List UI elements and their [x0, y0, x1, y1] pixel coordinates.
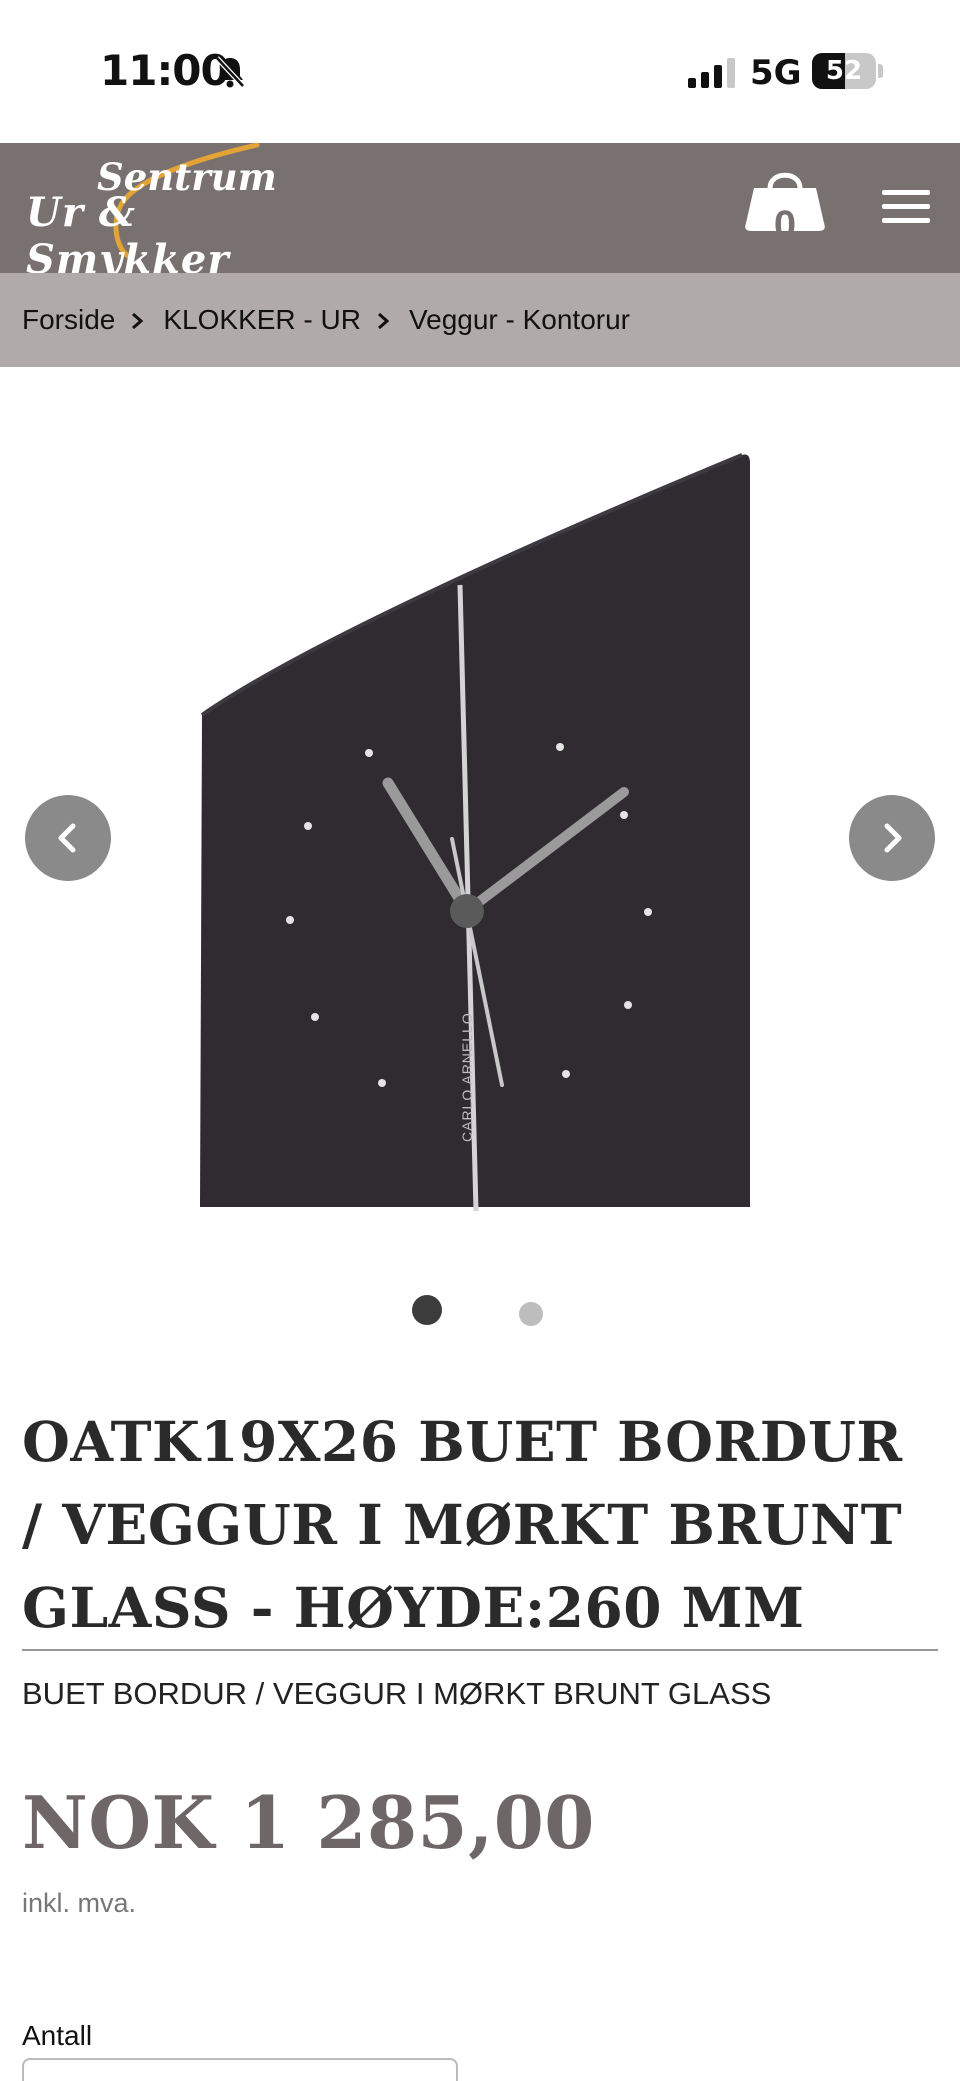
cart-button[interactable]: 0: [742, 143, 828, 273]
breadcrumb: Forside KLOKKER - UR Veggur - Kontorur: [0, 273, 960, 367]
chevron-right-icon: [377, 312, 390, 330]
cart-count: 0: [773, 203, 797, 247]
chevron-right-icon: [132, 312, 144, 330]
breadcrumb-category[interactable]: KLOKKER - UR: [163, 304, 361, 336]
product-price: NOK 1 285,00: [22, 1780, 595, 1865]
product-gallery: CARLO ARNELLO: [0, 367, 960, 1327]
title-divider: [22, 1649, 938, 1651]
hamburger-menu-icon[interactable]: [876, 176, 936, 236]
network-type: 5G: [750, 53, 802, 93]
breadcrumb-subcategory[interactable]: Veggur - Kontorur: [409, 304, 630, 336]
gallery-dot[interactable]: [519, 1302, 543, 1326]
logo-line-2: Ur & Smykker: [26, 189, 230, 283]
quantity-label: Antall: [22, 2020, 93, 2051]
site-header: Sentrum Ur & Smykker 0: [0, 143, 960, 283]
quantity-input[interactable]: [22, 2058, 458, 2081]
breadcrumb-home[interactable]: Forside: [22, 304, 115, 336]
status-bar: 11:00 5G 52: [0, 0, 960, 143]
chevron-left-icon: [58, 823, 76, 853]
product-subtitle: BUET BORDUR / VEGGUR I MØRKT BRUNT GLASS: [22, 1676, 772, 1711]
gallery-prev-button[interactable]: [25, 795, 111, 881]
battery-level: 52: [825, 56, 863, 86]
chevron-right-icon: [884, 823, 902, 853]
product-image-brand: CARLO ARNELLO: [459, 1012, 475, 1142]
status-time: 11:00: [100, 46, 230, 95]
product-title: OATK19X26 BUET BORDUR / VEGGUR I MØRKT B…: [22, 1409, 903, 1640]
site-logo[interactable]: Sentrum Ur & Smykker: [22, 143, 342, 283]
bell-muted-icon: [215, 56, 245, 88]
battery-cap: [878, 64, 883, 78]
gallery-dot-active[interactable]: [412, 1295, 442, 1325]
signal-icon: [688, 58, 735, 88]
gallery-next-button[interactable]: [849, 795, 935, 881]
product-image[interactable]: CARLO ARNELLO: [0, 367, 960, 1267]
vat-note: inkl. mva.: [22, 1888, 137, 1918]
battery-indicator: 52: [812, 53, 876, 89]
